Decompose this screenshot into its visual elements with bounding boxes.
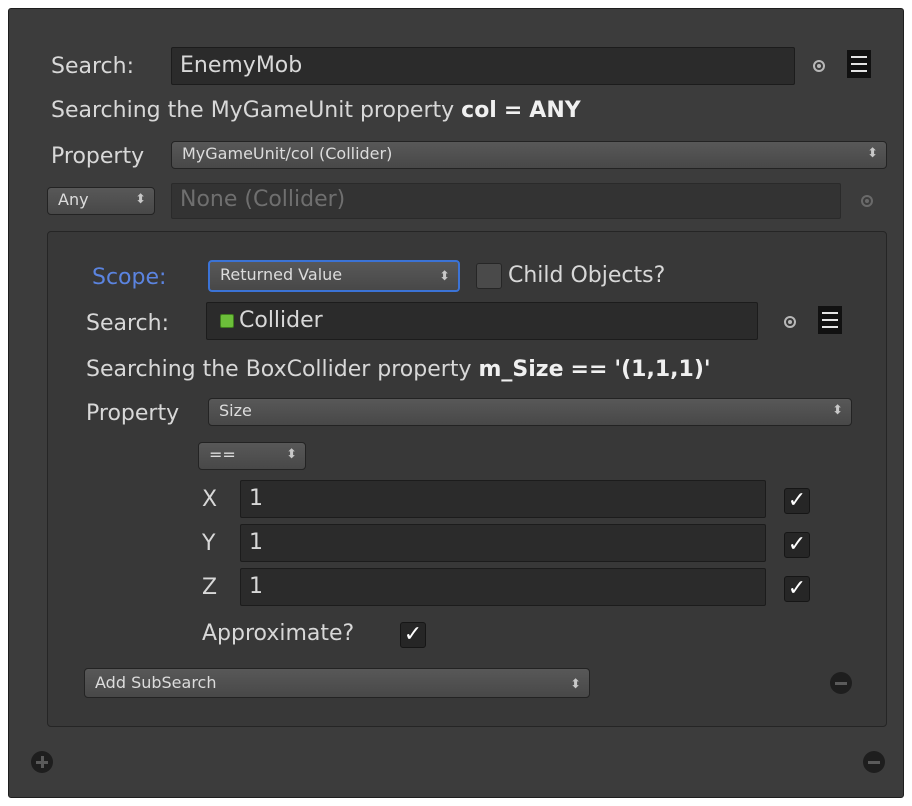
menu-icon[interactable] bbox=[847, 50, 871, 78]
object-picker-icon[interactable] bbox=[813, 60, 825, 72]
dropdown-arrows-icon: ⬍ bbox=[439, 269, 450, 284]
menu-icon[interactable] bbox=[818, 306, 842, 334]
description-value: ANY bbox=[529, 98, 581, 123]
add-subsearch-label: Add SubSearch bbox=[95, 673, 217, 692]
axis-z-field[interactable]: 1 bbox=[240, 568, 766, 606]
property-dropdown-value: MyGameUnit/col (Collider) bbox=[182, 144, 393, 163]
axis-y-checkbox[interactable]: ✓ bbox=[784, 532, 810, 558]
axis-y-field[interactable]: 1 bbox=[240, 524, 766, 562]
scope-dropdown-value: Returned Value bbox=[220, 265, 343, 284]
subsearch-box: Scope: Returned Value ⬍ Child Objects? S… bbox=[47, 231, 887, 727]
any-dropdown-value: Any bbox=[58, 190, 89, 209]
sub-search-input[interactable]: Collider bbox=[206, 302, 758, 340]
dropdown-arrows-icon: ⬍ bbox=[135, 192, 146, 207]
remove-subsearch-icon[interactable] bbox=[830, 672, 852, 694]
object-picker-icon[interactable] bbox=[861, 195, 873, 207]
axis-z-label: Z bbox=[202, 575, 218, 600]
description-op: == bbox=[570, 357, 608, 382]
dropdown-arrows-icon: ⬍ bbox=[832, 403, 843, 418]
search-input[interactable]: EnemyMob bbox=[171, 47, 795, 85]
sub-property-dropdown-value: Size bbox=[219, 401, 252, 420]
child-objects-label: Child Objects? bbox=[508, 263, 666, 288]
remove-search-icon[interactable] bbox=[863, 751, 885, 773]
sub-search-description: Searching the BoxCollider property m_Siz… bbox=[86, 357, 711, 382]
add-search-icon[interactable] bbox=[31, 751, 53, 773]
any-dropdown[interactable]: Any ⬍ bbox=[47, 187, 155, 215]
scope-label: Scope: bbox=[92, 265, 167, 290]
dropdown-arrows-icon: ⬍ bbox=[867, 146, 878, 161]
sub-search-label: Search: bbox=[86, 311, 169, 336]
axis-z-checkbox[interactable]: ✓ bbox=[784, 576, 810, 602]
search-label: Search: bbox=[51, 54, 134, 79]
description-value: '(1,1,1)' bbox=[614, 357, 711, 382]
object-picker-icon[interactable] bbox=[784, 316, 796, 328]
dropdown-arrows-icon: ⬍ bbox=[570, 677, 581, 692]
description-field: m_Size bbox=[478, 357, 564, 382]
comparison-dropdown-value: == bbox=[209, 445, 236, 464]
axis-x-field[interactable]: 1 bbox=[240, 480, 766, 518]
axis-x-label: X bbox=[202, 487, 218, 512]
description-field: col bbox=[461, 98, 497, 123]
property-label: Property bbox=[51, 144, 145, 169]
child-objects-checkbox[interactable] bbox=[476, 263, 502, 289]
approximate-checkbox[interactable]: ✓ bbox=[400, 622, 426, 648]
collider-cube-icon bbox=[220, 314, 234, 328]
sub-property-label: Property bbox=[86, 401, 180, 426]
scope-dropdown[interactable]: Returned Value ⬍ bbox=[208, 260, 460, 292]
axis-y-label: Y bbox=[202, 531, 216, 556]
dropdown-arrows-icon: ⬍ bbox=[286, 447, 297, 462]
approximate-label: Approximate? bbox=[202, 621, 355, 646]
description-op: = bbox=[503, 98, 523, 123]
comparison-dropdown[interactable]: == ⬍ bbox=[198, 442, 306, 470]
search-panel: Search: EnemyMob Searching the MyGameUni… bbox=[8, 8, 904, 798]
axis-x-checkbox[interactable]: ✓ bbox=[784, 488, 810, 514]
add-subsearch-dropdown[interactable]: Add SubSearch ⬍ bbox=[84, 668, 590, 698]
property-dropdown[interactable]: MyGameUnit/col (Collider) ⬍ bbox=[171, 141, 887, 169]
sub-property-dropdown[interactable]: Size ⬍ bbox=[208, 398, 852, 426]
search-description: Searching the MyGameUnit property col = … bbox=[51, 98, 581, 123]
collider-object-field[interactable]: None (Collider) bbox=[171, 183, 841, 219]
